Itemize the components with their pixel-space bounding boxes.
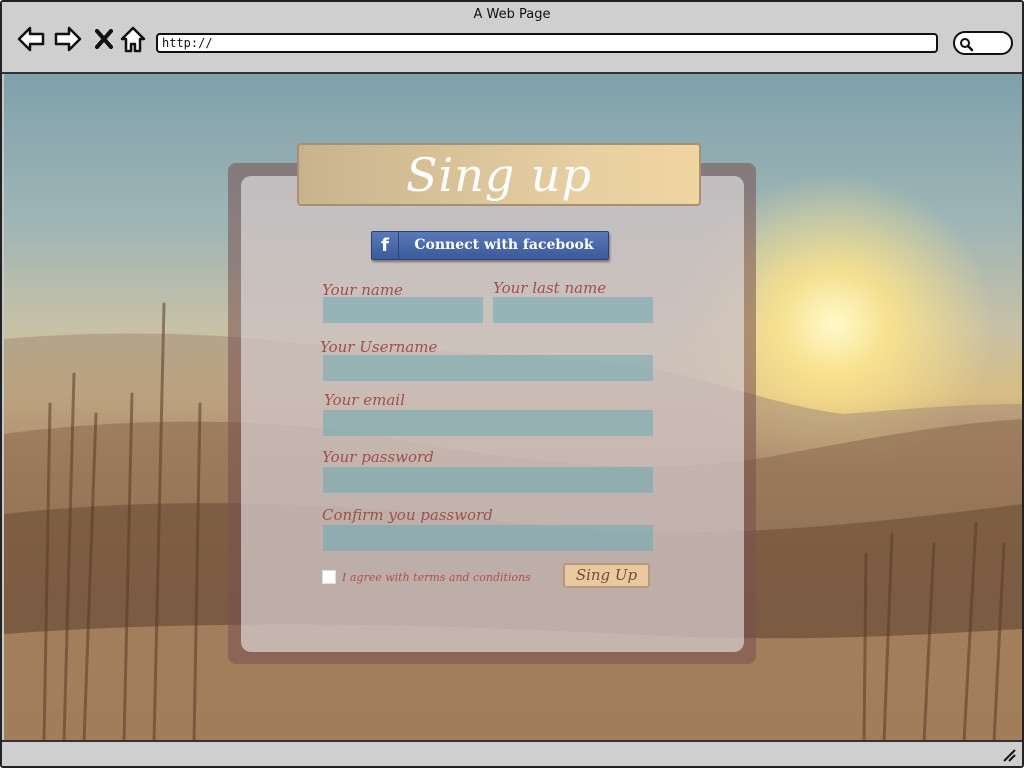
confirm-password-field[interactable] bbox=[323, 525, 653, 551]
status-bar bbox=[2, 740, 1022, 766]
browser-toolbar: A Web Page http:// bbox=[2, 2, 1022, 74]
stop-x-icon[interactable] bbox=[90, 24, 120, 54]
signup-title-banner: Sing up bbox=[297, 143, 701, 206]
window-title: A Web Page bbox=[473, 7, 551, 22]
terms-label: I agree with terms and conditions bbox=[342, 571, 531, 584]
last-name-field[interactable] bbox=[493, 297, 653, 323]
facebook-connect-button[interactable]: f Connect with facebook bbox=[371, 231, 609, 260]
browser-search-field[interactable] bbox=[953, 31, 1013, 55]
first-name-field[interactable] bbox=[323, 297, 483, 323]
email-label: Your email bbox=[324, 391, 405, 409]
confirm-password-label: Confirm you password bbox=[322, 506, 493, 524]
username-label: Your Username bbox=[320, 338, 438, 356]
password-label: Your password bbox=[322, 448, 434, 466]
password-field[interactable] bbox=[323, 467, 653, 493]
terms-checkbox[interactable] bbox=[322, 570, 336, 584]
forward-arrow-icon[interactable] bbox=[53, 24, 83, 54]
facebook-icon: f bbox=[372, 232, 399, 259]
back-arrow-icon[interactable] bbox=[16, 24, 46, 54]
resize-grip-icon[interactable] bbox=[1002, 748, 1016, 762]
url-bar[interactable]: http:// bbox=[156, 33, 938, 53]
page-title: Sing up bbox=[406, 148, 592, 202]
search-icon bbox=[960, 38, 974, 52]
home-icon[interactable] bbox=[118, 24, 148, 54]
signup-button[interactable]: Sing Up bbox=[563, 563, 650, 588]
email-field[interactable] bbox=[323, 410, 653, 436]
username-field[interactable] bbox=[323, 355, 653, 381]
facebook-button-label: Connect with facebook bbox=[414, 237, 594, 253]
last-name-label: Your last name bbox=[493, 279, 607, 297]
